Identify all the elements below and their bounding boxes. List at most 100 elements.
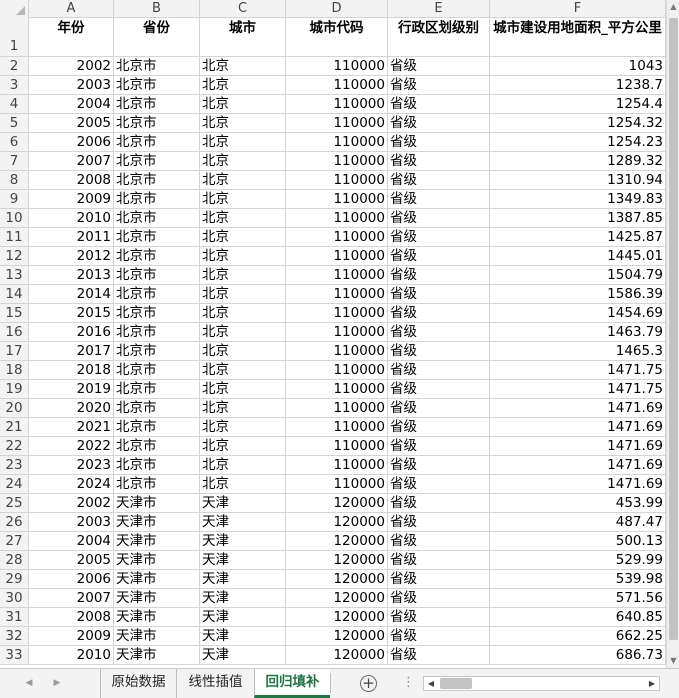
row-number-17[interactable]: 17 bbox=[0, 342, 29, 361]
table-cell[interactable]: 省级 bbox=[388, 361, 490, 380]
table-cell[interactable]: 2012 bbox=[29, 247, 114, 266]
tab-options-icon[interactable]: ⋮ bbox=[402, 674, 415, 692]
row-number-21[interactable]: 21 bbox=[0, 418, 29, 437]
table-cell[interactable]: 640.85 bbox=[490, 608, 666, 627]
table-cell[interactable]: 110000 bbox=[286, 437, 388, 456]
table-cell[interactable]: 2016 bbox=[29, 323, 114, 342]
table-cell[interactable]: 北京市 bbox=[114, 285, 200, 304]
table-cell[interactable]: 北京 bbox=[200, 342, 286, 361]
column-letter-d[interactable]: D bbox=[286, 0, 388, 18]
table-cell[interactable]: 110000 bbox=[286, 76, 388, 95]
row-number-8[interactable]: 8 bbox=[0, 171, 29, 190]
table-cell[interactable]: 省级 bbox=[388, 589, 490, 608]
table-cell[interactable]: 北京 bbox=[200, 76, 286, 95]
table-cell[interactable]: 120000 bbox=[286, 513, 388, 532]
horizontal-scrollbar[interactable]: ◀ ▶ bbox=[423, 676, 660, 691]
table-cell[interactable]: 省级 bbox=[388, 171, 490, 190]
table-cell[interactable]: 省级 bbox=[388, 475, 490, 494]
row-number-13[interactable]: 13 bbox=[0, 266, 29, 285]
row-number-1[interactable]: 1 bbox=[0, 18, 29, 57]
horizontal-scroll-thumb[interactable] bbox=[440, 678, 472, 689]
table-cell[interactable]: 2013 bbox=[29, 266, 114, 285]
table-cell[interactable]: 北京市 bbox=[114, 380, 200, 399]
scroll-left-arrow-icon[interactable]: ◀ bbox=[424, 677, 438, 690]
table-cell[interactable]: 2011 bbox=[29, 228, 114, 247]
table-cell[interactable]: 北京市 bbox=[114, 95, 200, 114]
sheet-tab-2[interactable]: 线性插值 bbox=[176, 669, 254, 698]
table-cell[interactable]: 110000 bbox=[286, 57, 388, 76]
row-number-10[interactable]: 10 bbox=[0, 209, 29, 228]
table-cell[interactable]: 北京 bbox=[200, 456, 286, 475]
table-cell[interactable]: 110000 bbox=[286, 285, 388, 304]
table-cell[interactable]: 北京市 bbox=[114, 209, 200, 228]
table-cell[interactable]: 529.99 bbox=[490, 551, 666, 570]
table-cell[interactable]: 省级 bbox=[388, 418, 490, 437]
table-cell[interactable]: 2002 bbox=[29, 57, 114, 76]
table-cell[interactable]: 天津市 bbox=[114, 551, 200, 570]
table-cell[interactable]: 1254.23 bbox=[490, 133, 666, 152]
row-number-20[interactable]: 20 bbox=[0, 399, 29, 418]
table-cell[interactable]: 110000 bbox=[286, 342, 388, 361]
table-cell[interactable]: 2022 bbox=[29, 437, 114, 456]
table-cell[interactable]: 天津 bbox=[200, 513, 286, 532]
table-cell[interactable]: 北京市 bbox=[114, 361, 200, 380]
table-cell[interactable]: 110000 bbox=[286, 475, 388, 494]
table-cell[interactable]: 110000 bbox=[286, 133, 388, 152]
table-cell[interactable]: 2007 bbox=[29, 589, 114, 608]
table-cell[interactable]: 省级 bbox=[388, 646, 490, 665]
table-cell[interactable]: 110000 bbox=[286, 304, 388, 323]
table-cell[interactable]: 北京市 bbox=[114, 323, 200, 342]
table-cell[interactable]: 2024 bbox=[29, 475, 114, 494]
table-cell[interactable]: 2006 bbox=[29, 133, 114, 152]
table-cell[interactable]: 北京 bbox=[200, 190, 286, 209]
table-cell[interactable]: 1586.39 bbox=[490, 285, 666, 304]
table-cell[interactable]: 北京市 bbox=[114, 475, 200, 494]
table-cell[interactable]: 110000 bbox=[286, 323, 388, 342]
table-cell[interactable]: 北京市 bbox=[114, 76, 200, 95]
table-cell[interactable]: 2010 bbox=[29, 646, 114, 665]
table-cell[interactable]: 北京市 bbox=[114, 437, 200, 456]
table-cell[interactable]: 2005 bbox=[29, 551, 114, 570]
table-cell[interactable]: 2003 bbox=[29, 513, 114, 532]
table-cell[interactable]: 省级 bbox=[388, 304, 490, 323]
table-cell[interactable]: 北京 bbox=[200, 418, 286, 437]
table-cell[interactable]: 天津 bbox=[200, 532, 286, 551]
table-cell[interactable]: 北京 bbox=[200, 114, 286, 133]
table-cell[interactable]: 省级 bbox=[388, 95, 490, 114]
table-cell[interactable]: 1349.83 bbox=[490, 190, 666, 209]
table-cell[interactable]: 686.73 bbox=[490, 646, 666, 665]
table-cell[interactable]: 北京 bbox=[200, 133, 286, 152]
table-cell[interactable]: 571.56 bbox=[490, 589, 666, 608]
table-cell[interactable]: 110000 bbox=[286, 380, 388, 399]
scroll-down-arrow-icon[interactable]: ▼ bbox=[667, 654, 679, 668]
table-cell[interactable]: 省级 bbox=[388, 380, 490, 399]
table-cell[interactable]: 省级 bbox=[388, 152, 490, 171]
table-cell[interactable]: 天津 bbox=[200, 551, 286, 570]
table-cell[interactable]: 北京市 bbox=[114, 418, 200, 437]
table-cell[interactable]: 1254.32 bbox=[490, 114, 666, 133]
table-cell[interactable]: 2010 bbox=[29, 209, 114, 228]
table-cell[interactable]: 120000 bbox=[286, 570, 388, 589]
table-cell[interactable]: 天津市 bbox=[114, 494, 200, 513]
table-cell[interactable]: 北京 bbox=[200, 95, 286, 114]
row-number-15[interactable]: 15 bbox=[0, 304, 29, 323]
table-cell[interactable]: 天津 bbox=[200, 570, 286, 589]
table-cell[interactable]: 1445.01 bbox=[490, 247, 666, 266]
next-sheet-icon[interactable]: ▶ bbox=[49, 675, 65, 691]
row-number-12[interactable]: 12 bbox=[0, 247, 29, 266]
row-number-2[interactable]: 2 bbox=[0, 57, 29, 76]
table-cell[interactable]: 2017 bbox=[29, 342, 114, 361]
table-cell[interactable]: 省级 bbox=[388, 285, 490, 304]
table-cell[interactable]: 120000 bbox=[286, 608, 388, 627]
table-cell[interactable]: 北京市 bbox=[114, 304, 200, 323]
column-letter-e[interactable]: E bbox=[388, 0, 490, 18]
table-cell[interactable]: 省级 bbox=[388, 57, 490, 76]
scroll-right-arrow-icon[interactable]: ▶ bbox=[645, 677, 659, 690]
header-cell-d[interactable]: 城市代码 bbox=[286, 18, 388, 57]
table-cell[interactable]: 2014 bbox=[29, 285, 114, 304]
row-number-24[interactable]: 24 bbox=[0, 475, 29, 494]
table-cell[interactable]: 110000 bbox=[286, 114, 388, 133]
table-cell[interactable]: 2008 bbox=[29, 171, 114, 190]
table-cell[interactable]: 1043 bbox=[490, 57, 666, 76]
table-cell[interactable]: 2021 bbox=[29, 418, 114, 437]
